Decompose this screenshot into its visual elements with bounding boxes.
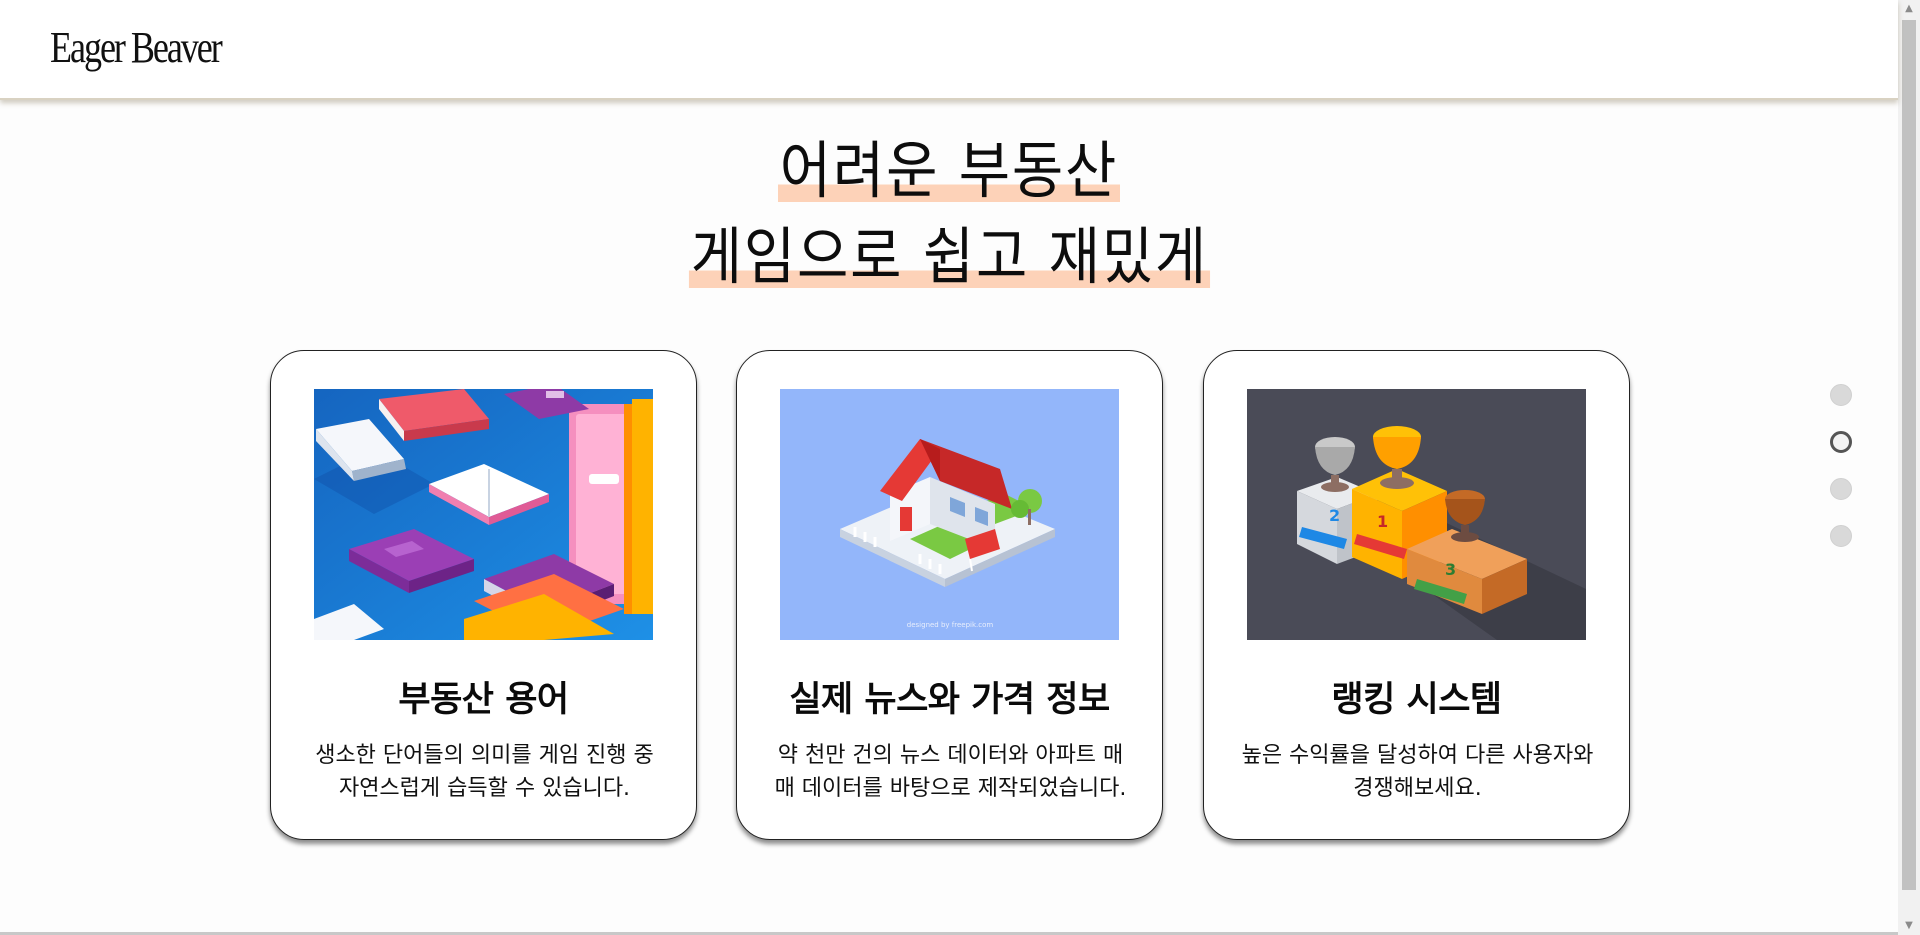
card-description-line: 매 데이터를 바탕으로 제작되었습니다.: [774, 776, 1127, 801]
hero-heading: 어려운 부동산 게임으로 쉽고 재밌게: [0, 140, 1898, 312]
feature-card-ranking: 2 1 3 랭킹 시스템 높은 수익률을 달성하여 다른 사용자와 경쟁해보세요…: [1203, 350, 1630, 840]
books-illustration: [314, 389, 653, 640]
hero-line-1: 어려운 부동산: [778, 134, 1120, 207]
scrollbar-thumb[interactable]: [1902, 20, 1916, 890]
vertical-scrollbar[interactable]: ▲ ▼: [1898, 0, 1920, 935]
section-pagination: [1830, 384, 1854, 572]
feature-card-terms: 부동산 용어 생소한 단어들의 의미를 게임 진행 중 자연스럽게 습득할 수 …: [270, 350, 697, 840]
card-description-line: 높은 수익률을 달성하여 다른 사용자와: [1241, 743, 1594, 768]
svg-text:3: 3: [1445, 560, 1456, 579]
pagination-dot-2-active[interactable]: [1830, 431, 1852, 453]
card-description: 생소한 단어들의 의미를 게임 진행 중 자연스럽게 습득할 수 있습니다.: [291, 739, 678, 805]
card-description-line: 경쟁해보세요.: [1353, 776, 1482, 801]
card-title: 실제 뉴스와 가격 정보: [789, 680, 1110, 720]
card-title: 랭킹 시스템: [1331, 680, 1502, 720]
top-navbar: Eager Beaver: [0, 0, 1898, 100]
scroll-up-arrow-icon[interactable]: ▲: [1898, 0, 1920, 18]
trophy-podium-illustration: 2 1 3: [1247, 389, 1586, 640]
house-illustration: designed by freepik.com: [780, 389, 1119, 640]
svg-text:2: 2: [1329, 506, 1340, 525]
feature-cards: 부동산 용어 생소한 단어들의 의미를 게임 진행 중 자연스럽게 습득할 수 …: [270, 350, 1630, 840]
card-description-line: 자연스럽게 습득할 수 있습니다.: [338, 776, 631, 801]
svg-text:1: 1: [1377, 512, 1388, 531]
site-logo[interactable]: Eager Beaver: [50, 22, 223, 73]
pagination-dot-1[interactable]: [1830, 384, 1852, 406]
card-title: 부동산 용어: [398, 680, 569, 720]
card-description-line: 생소한 단어들의 의미를 게임 진행 중: [315, 743, 654, 768]
pagination-dot-4[interactable]: [1830, 525, 1852, 547]
hero-line-2: 게임으로 쉽고 재밌게: [688, 220, 1210, 293]
card-description-line: 약 천만 건의 뉴스 데이터와 아파트 매: [777, 743, 1124, 768]
pagination-dot-3[interactable]: [1830, 478, 1852, 500]
feature-card-news: designed by freepik.com 실제 뉴스와 가격 정보 약 천…: [736, 350, 1163, 840]
scroll-down-arrow-icon[interactable]: ▼: [1898, 917, 1920, 935]
card-description: 높은 수익률을 달성하여 다른 사용자와 경쟁해보세요.: [1224, 739, 1611, 805]
image-credit: designed by freepik.com: [907, 621, 994, 629]
card-description: 약 천만 건의 뉴스 데이터와 아파트 매 매 데이터를 바탕으로 제작되었습니…: [757, 739, 1144, 805]
